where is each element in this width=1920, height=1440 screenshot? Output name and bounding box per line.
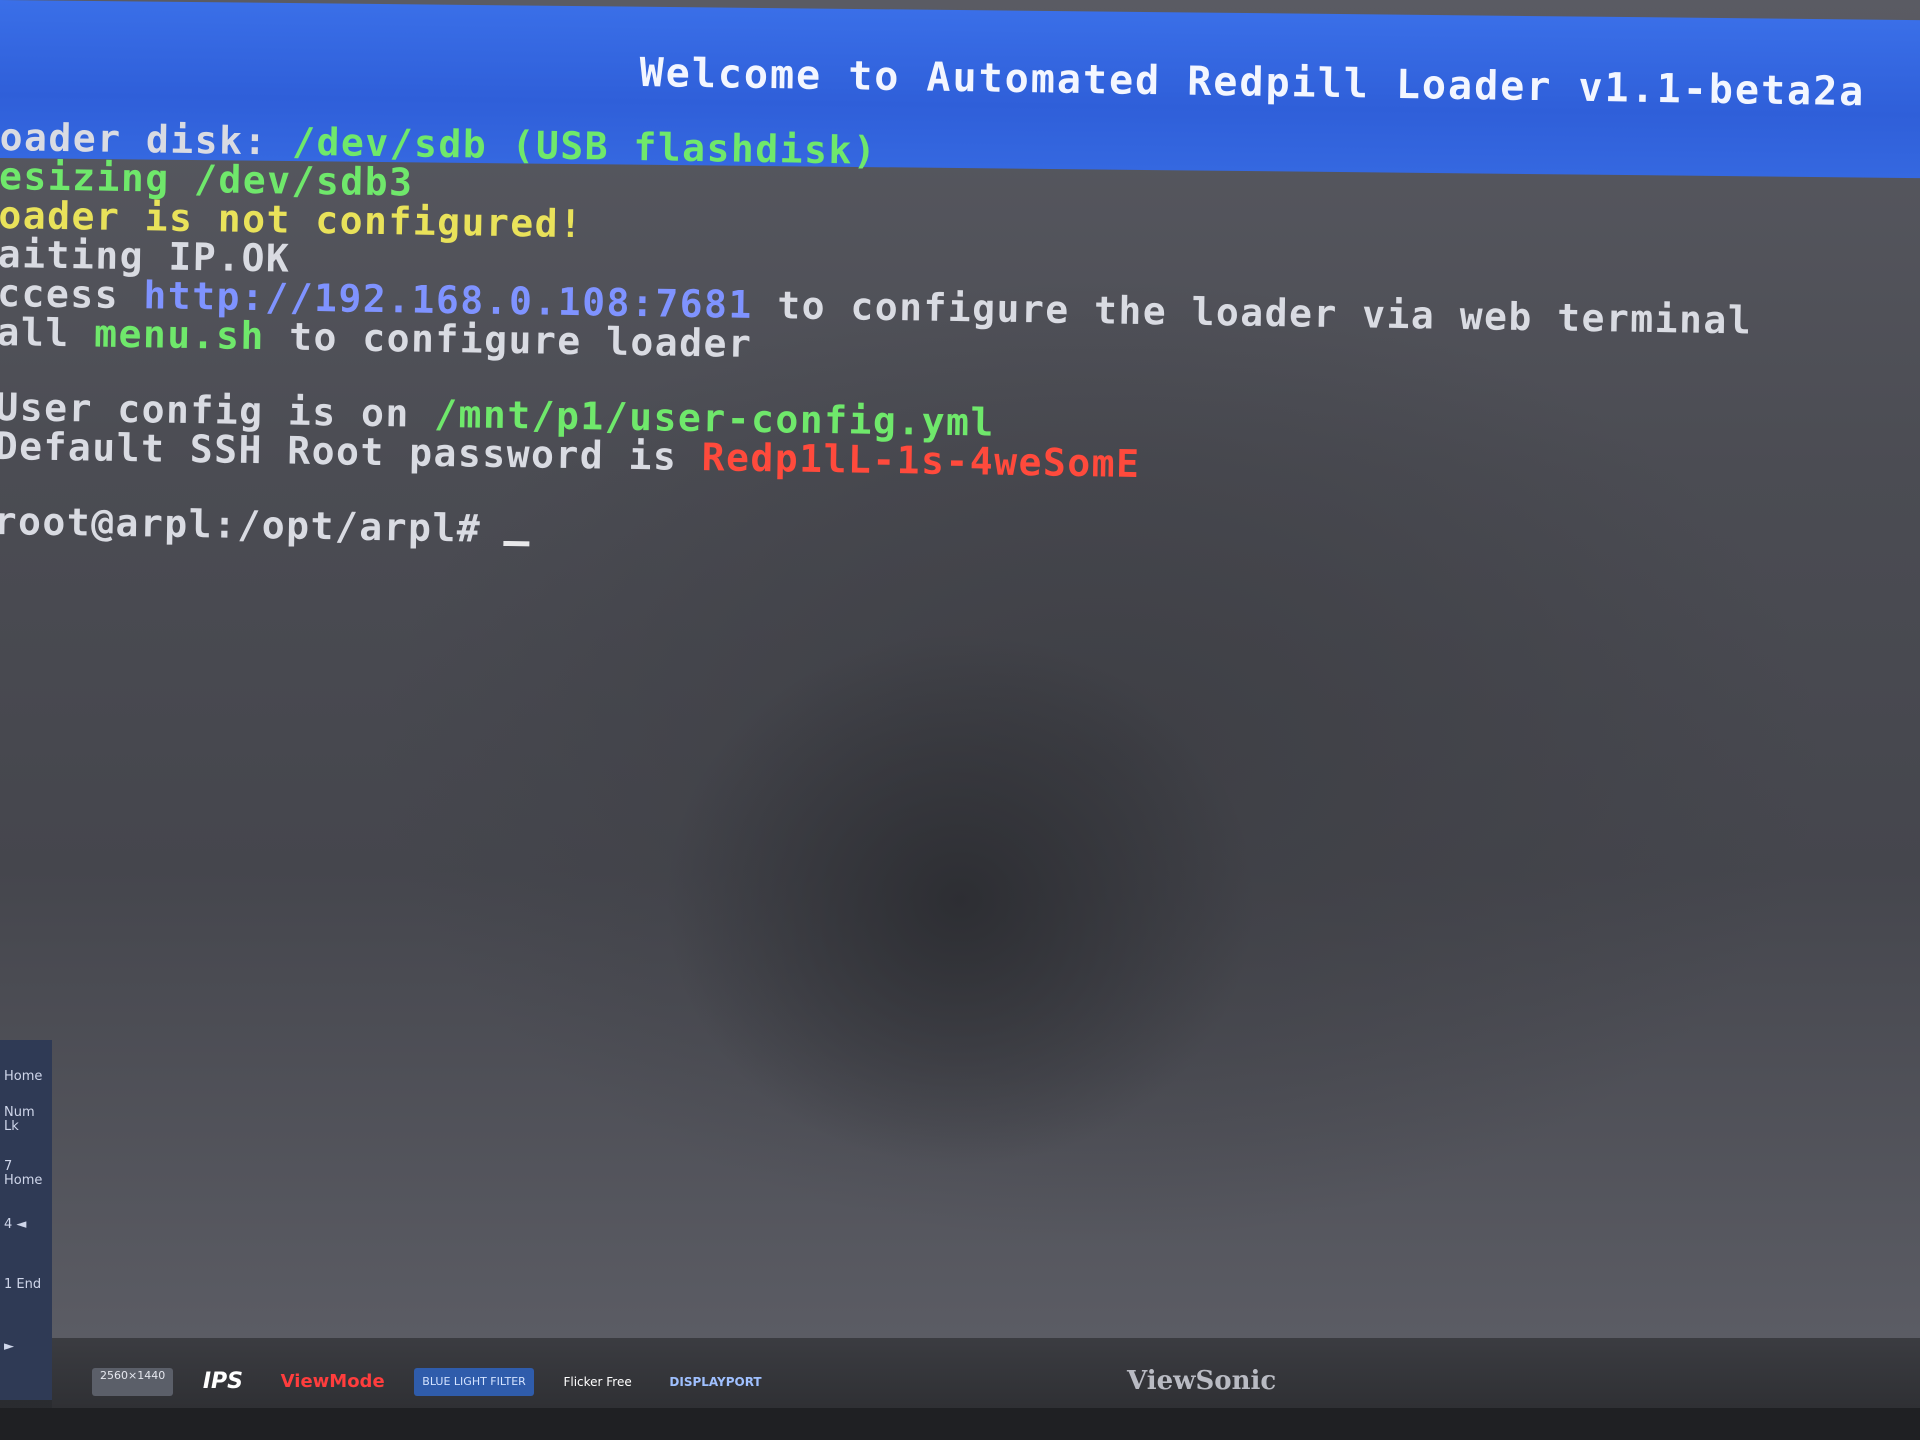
- monitor-bezel: 2560×1440 IPS ViewMode BLUE LIGHT FILTER…: [52, 1338, 1920, 1408]
- displayport-badge: DISPLAYPORT: [669, 1375, 762, 1389]
- terminal-text: to configure loader: [264, 314, 753, 366]
- flicker-free-badge: Flicker Free: [563, 1375, 632, 1389]
- viewmode-badge: ViewMode: [280, 1371, 385, 1392]
- key-right-arrow: ►: [4, 1339, 14, 1354]
- terminal-text: Redp1lL-1s-4weSomE: [701, 435, 1141, 486]
- key-4-left: 4 ◄: [4, 1217, 27, 1232]
- terminal-output[interactable]: oader disk: /dev/sdb (USB flashdisk) esiz…: [0, 115, 1900, 571]
- terminal-text: menu.sh: [93, 311, 266, 359]
- screen: Welcome to Automated Redpill Loader v1.1…: [0, 0, 1920, 1338]
- key-7-home: 7 Home: [4, 1159, 43, 1188]
- feature-badges: 2560×1440 IPS ViewMode BLUE LIGHT FILTER…: [92, 1368, 782, 1402]
- ips-badge: IPS: [202, 1369, 244, 1394]
- key-1-end: 1 End: [4, 1277, 42, 1292]
- terminal-text: root@arpl:/opt/arpl#: [0, 498, 482, 551]
- terminal-text: all: [0, 309, 95, 356]
- key-numlock: Num Lk: [4, 1105, 35, 1134]
- keyboard-edge: Home Num Lk 7 Home 4 ◄ 1 End ►: [0, 1040, 52, 1400]
- monitor-stand: [0, 1408, 1920, 1440]
- brand-logo: ViewSonic: [1127, 1366, 1277, 1396]
- monitor: Welcome to Automated Redpill Loader v1.1…: [0, 0, 1920, 1440]
- terminal-text: (USB flashdisk): [486, 122, 878, 173]
- key-home: Home: [4, 1069, 43, 1084]
- resolution-badge: 2560×1440: [92, 1368, 174, 1396]
- blue-light-filter-badge: BLUE LIGHT FILTER: [414, 1368, 534, 1396]
- cursor-icon: [502, 540, 529, 547]
